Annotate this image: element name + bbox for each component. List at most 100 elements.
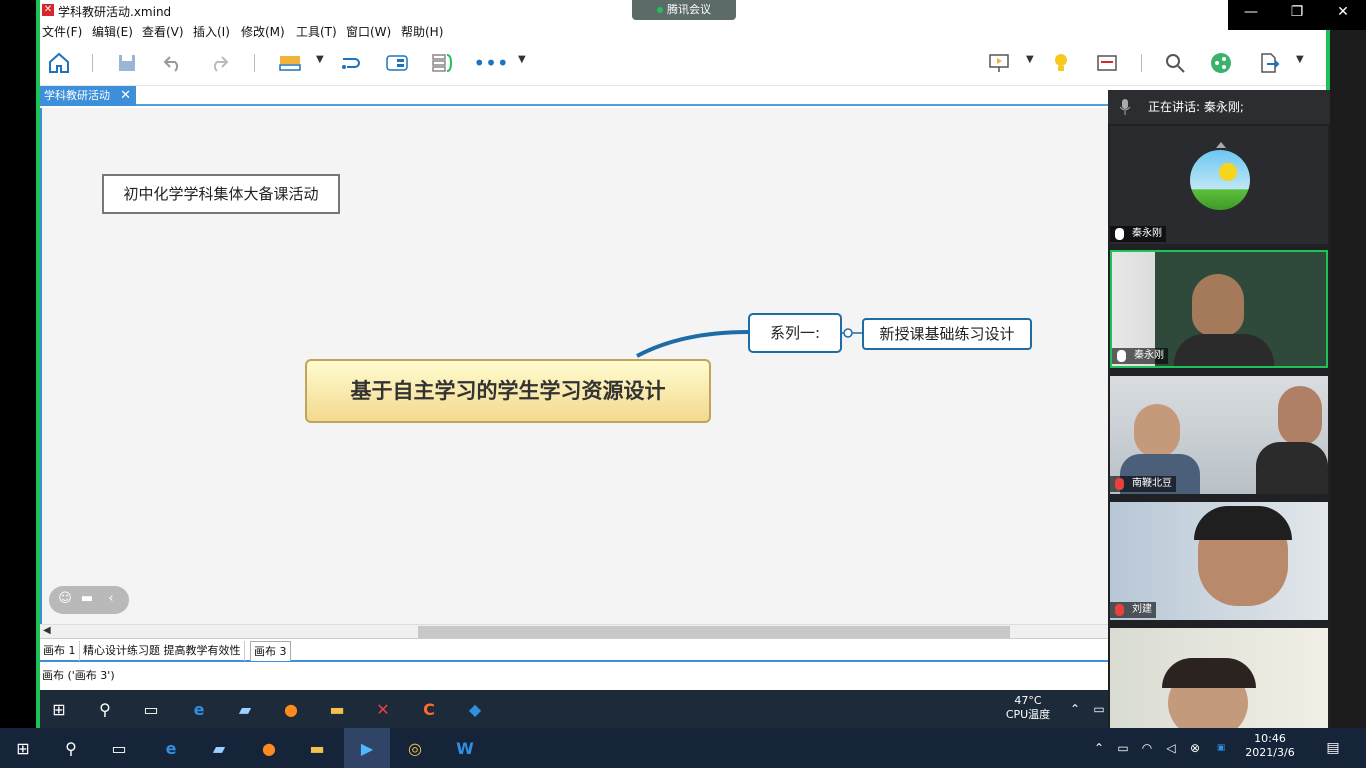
xmind-icon[interactable]: ✕ [370, 696, 396, 722]
menu-window[interactable]: 窗口(W) [346, 23, 391, 40]
cpu-temp-label: CPU温度 [1005, 708, 1051, 721]
sheet-tab-2[interactable]: 精心设计练习题 提高教学有效性 [80, 641, 245, 661]
export-icon[interactable] [1256, 50, 1282, 76]
search-icon[interactable] [1162, 50, 1188, 76]
more-icon[interactable]: ••• [473, 50, 508, 76]
horizontal-scrollbar[interactable]: ◀ [40, 624, 1108, 638]
meeting-indicator[interactable]: 腾讯会议 [632, 0, 736, 20]
panel-icon[interactable] [1094, 50, 1120, 76]
chevron-down-icon[interactable]: ▼ [316, 54, 324, 65]
firefox-icon[interactable]: ● [278, 696, 304, 722]
computer-icon[interactable]: ▰ [206, 735, 232, 761]
battery-icon: ▭ [1093, 702, 1105, 716]
firefox-icon[interactable]: ● [256, 735, 282, 761]
toolbar-divider [1141, 54, 1142, 72]
chevron-down-icon[interactable]: ▼ [1296, 54, 1304, 65]
menu-tools[interactable]: 工具(T) [296, 23, 337, 40]
video-tile[interactable]: 秦永刚 [1110, 250, 1328, 368]
word-icon[interactable]: W [452, 735, 478, 761]
undo-icon[interactable] [160, 50, 186, 76]
menu-help[interactable]: 帮助(H) [401, 23, 443, 40]
summary-icon[interactable] [430, 50, 456, 76]
share-border [1326, 30, 1330, 90]
participant-video [1278, 386, 1322, 446]
chevron-down-icon[interactable]: ▼ [518, 54, 526, 65]
ppt-app-icon[interactable]: ◎ [402, 735, 428, 761]
chat-icon[interactable]: ▬ [79, 591, 95, 607]
search-icon[interactable]: ⚲ [92, 696, 118, 722]
chevron-up-icon[interactable] [1216, 138, 1226, 148]
clock[interactable]: 10:46 2021/3/6 [1240, 732, 1300, 760]
minimize-icon[interactable]: — [1228, 4, 1274, 20]
menu-insert[interactable]: 插入(I) [193, 23, 230, 40]
participant-video [1194, 506, 1292, 540]
share-icon[interactable] [1208, 50, 1234, 76]
mindmap-canvas[interactable]: 初中化学学科集体大备课活动 基于自主学习的学生学习资源设计 系列一: 新授课基础… [40, 108, 1108, 624]
note-topic[interactable]: 初中化学学科集体大备课活动 [102, 174, 340, 214]
meeting-app-icon[interactable]: ▶ [344, 728, 390, 768]
lightbulb-icon[interactable] [1048, 50, 1074, 76]
microphone-icon [1117, 350, 1126, 362]
search-icon[interactable]: ⚲ [58, 735, 84, 761]
restore-icon[interactable]: ❐ [1274, 4, 1320, 20]
app-c-icon[interactable]: C [416, 696, 442, 722]
home-icon[interactable] [46, 50, 72, 76]
menu-view[interactable]: 查看(V) [142, 23, 184, 40]
scrollbar-thumb[interactable] [418, 626, 1010, 638]
sheet-tabs: 画布 1 精心设计练习题 提高教学有效性 画布 3 [40, 638, 1108, 662]
windows-start-icon[interactable]: ⊞ [46, 696, 72, 722]
emoji-icon[interactable]: ☺ [57, 591, 73, 607]
edge-icon[interactable]: e [158, 735, 184, 761]
xmind-logo-icon: ✕ [42, 4, 54, 16]
microphone-icon [1115, 228, 1124, 240]
chevron-up-icon[interactable]: ⌃ [1086, 735, 1112, 761]
boundary-icon[interactable] [384, 50, 410, 76]
close-circle-icon[interactable]: ⊗ [1182, 735, 1208, 761]
task-view-icon[interactable]: ▭ [138, 696, 164, 722]
chevron-left-icon[interactable]: ◀ [43, 625, 51, 636]
toolbar-divider [254, 54, 255, 72]
participant-video [1174, 334, 1274, 366]
participant-video [1162, 658, 1256, 688]
chevron-up-icon[interactable]: ⌃ [1062, 696, 1088, 722]
microphone-icon [1120, 99, 1130, 115]
menu-modify[interactable]: 修改(M) [241, 23, 285, 40]
folder-icon[interactable]: ▬ [324, 696, 350, 722]
chevron-down-icon[interactable]: ▼ [1026, 54, 1034, 65]
meeting-app-icon[interactable]: ◆ [462, 696, 488, 722]
clock-time: 10:46 [1254, 732, 1286, 745]
menu-edit[interactable]: 编辑(E) [92, 23, 133, 40]
topic-icon[interactable] [277, 50, 303, 76]
chevron-left-icon[interactable]: ‹ [103, 591, 119, 607]
sheet-tab-3[interactable]: 画布 3 [250, 641, 291, 661]
signal-icon [657, 7, 663, 13]
windows-start-icon[interactable]: ⊞ [10, 735, 36, 761]
presentation-icon[interactable] [986, 50, 1012, 76]
video-tile[interactable]: 刘建 [1110, 502, 1328, 620]
document-tab[interactable]: 学科教研活动 ✕ [40, 86, 136, 106]
central-topic[interactable]: 基于自主学习的学生学习资源设计 [305, 359, 711, 423]
edge-icon[interactable]: e [186, 696, 212, 722]
battery-icon: ▭ [1117, 741, 1129, 755]
flv-icon[interactable]: ▣ [1208, 735, 1234, 761]
participant-video [1134, 404, 1180, 458]
save-icon[interactable] [114, 50, 140, 76]
clock-date: 2021/3/6 [1245, 746, 1295, 759]
document-tab-label: 学科教研活动 [44, 89, 110, 102]
close-icon[interactable]: ✕ [1320, 4, 1366, 20]
video-tile[interactable]: 秦永刚 [1110, 126, 1328, 244]
sheet-tab-1[interactable]: 画布 1 [40, 641, 80, 661]
folder-icon[interactable]: ▬ [304, 735, 330, 761]
redo-icon[interactable] [206, 50, 232, 76]
wifi-icon[interactable]: ◠ [1134, 735, 1160, 761]
main-topic[interactable]: 系列一: [748, 313, 842, 353]
notification-icon[interactable]: ▤ [1320, 735, 1346, 761]
computer-icon[interactable]: ▰ [232, 696, 258, 722]
task-view-icon[interactable]: ▭ [106, 735, 132, 761]
video-tile[interactable]: 南鞭北豆 [1110, 376, 1328, 494]
menu-file[interactable]: 文件(F) [42, 23, 82, 40]
subtopic[interactable]: 新授课基础练习设计 [862, 318, 1032, 350]
relationship-icon[interactable] [338, 50, 364, 76]
close-icon[interactable]: ✕ [120, 86, 131, 106]
volume-icon[interactable]: ◁ [1158, 735, 1184, 761]
